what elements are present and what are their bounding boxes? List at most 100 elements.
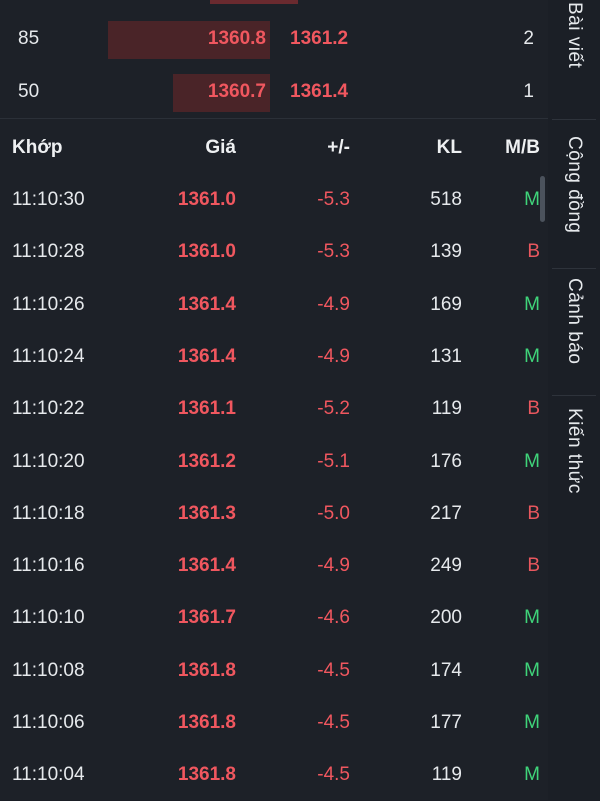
trade-side: M xyxy=(524,659,540,681)
trade-time: 11:10:04 xyxy=(12,764,85,786)
table-row[interactable]: 11:10:04 1361.8 -4.5 119 M xyxy=(0,749,548,801)
table-row[interactable]: 11:10:24 1361.4 -4.9 131 M xyxy=(0,331,548,383)
trade-change: -4.9 xyxy=(317,293,350,315)
trade-change: -4.6 xyxy=(317,607,350,629)
trade-volume: 131 xyxy=(430,345,462,367)
order-depth: 85 1360.8 1361.2 2 50 1360.7 1361.4 1 xyxy=(0,0,548,120)
order-panel: 85 1360.8 1361.2 2 50 1360.7 1361.4 1 Kh… xyxy=(0,0,548,800)
depth-bid-price: 1360.8 xyxy=(207,28,266,49)
trade-side: M xyxy=(524,450,540,472)
depth-row[interactable]: 50 1360.7 1361.4 1 xyxy=(0,66,548,118)
tab-label: Cộng đồng xyxy=(564,136,585,234)
trade-time: 11:10:20 xyxy=(12,450,85,472)
trade-time: 11:10:24 xyxy=(12,345,85,367)
depth-order-count: 2 xyxy=(523,28,534,49)
trade-change: -4.9 xyxy=(317,345,350,367)
section-divider xyxy=(0,118,548,119)
tab-cong-dong[interactable]: Cộng đồng xyxy=(548,136,600,264)
trade-volume: 174 xyxy=(430,659,462,681)
header-side[interactable]: M/B xyxy=(505,122,540,174)
trade-volume: 177 xyxy=(430,712,462,733)
header-change[interactable]: +/- xyxy=(327,122,350,174)
tab-label: Bài viết xyxy=(564,2,585,69)
right-sidebar: Bài viết Cộng đồng Cảnh báo Kiến thức xyxy=(548,0,600,800)
trade-side: M xyxy=(524,607,540,629)
trade-side: M xyxy=(524,712,540,733)
trade-volume: 119 xyxy=(431,398,462,420)
trade-volume: 518 xyxy=(430,189,462,210)
trade-volume: 249 xyxy=(430,555,462,577)
header-time[interactable]: Khớp xyxy=(12,122,62,174)
depth-ask-price: 1361.2 xyxy=(290,28,349,49)
trade-change: -4.9 xyxy=(317,555,350,577)
trade-side: B xyxy=(527,398,540,420)
trade-volume: 200 xyxy=(430,607,462,629)
trade-time: 11:10:10 xyxy=(12,607,85,629)
trade-side: M xyxy=(524,293,540,315)
depth-order-count: 1 xyxy=(523,81,534,102)
table-row[interactable]: 11:10:28 1361.0 -5.3 139 B xyxy=(0,226,548,278)
table-row[interactable]: 11:10:26 1361.4 -4.9 169 M xyxy=(0,279,548,331)
trade-side: M xyxy=(524,764,540,786)
trade-change: -5.2 xyxy=(317,398,350,420)
trade-change: -5.3 xyxy=(317,189,350,210)
trade-price: 1361.8 xyxy=(177,659,236,681)
table-row[interactable]: 11:10:18 1361.3 -5.0 217 B xyxy=(0,488,548,540)
trade-side: B xyxy=(527,555,540,577)
trade-price: 1361.1 xyxy=(177,398,236,420)
trade-change: -5.0 xyxy=(317,502,350,524)
trade-time: 11:10:08 xyxy=(12,659,85,681)
trade-volume: 139 xyxy=(430,241,462,263)
trade-change: -5.1 xyxy=(317,450,350,472)
table-row[interactable]: 11:10:16 1361.4 -4.9 249 B xyxy=(0,540,548,592)
trade-change: -4.5 xyxy=(317,764,350,786)
trade-side: B xyxy=(527,502,540,524)
trade-price: 1361.4 xyxy=(177,293,236,315)
table-row[interactable]: 11:10:20 1361.2 -5.1 176 M xyxy=(0,436,548,488)
table-row[interactable]: 11:10:08 1361.8 -4.5 174 M xyxy=(0,645,548,697)
depth-ask-price: 1361.4 xyxy=(290,81,349,102)
tab-divider xyxy=(552,119,596,120)
trade-price: 1361.3 xyxy=(177,502,236,524)
tab-divider xyxy=(552,268,596,269)
tab-kien-thuc[interactable]: Kiến thức xyxy=(548,408,600,526)
tab-canh-bao[interactable]: Cảnh báo xyxy=(548,278,600,388)
table-row[interactable]: 11:10:22 1361.1 -5.2 119 B xyxy=(0,383,548,435)
trade-price: 1361.0 xyxy=(177,241,236,263)
table-row[interactable]: 11:10:10 1361.7 -4.6 200 M xyxy=(0,592,548,644)
table-row[interactable]: 11:10:06 1361.8 -4.5 177 M xyxy=(0,697,548,749)
depth-volume: 85 xyxy=(18,28,40,49)
trade-time: 11:10:22 xyxy=(12,398,85,420)
header-volume[interactable]: KL xyxy=(437,122,462,174)
trade-volume: 176 xyxy=(430,450,462,472)
trade-price: 1361.4 xyxy=(177,345,236,367)
trade-time: 11:10:26 xyxy=(12,293,85,315)
trade-price: 1361.8 xyxy=(177,712,236,733)
trade-price: 1361.8 xyxy=(177,764,236,786)
table-header: Khớp Giá +/- KL M/B xyxy=(0,122,548,174)
tab-bai-viet[interactable]: Bài viết xyxy=(548,2,600,112)
trade-time: 11:10:30 xyxy=(12,189,85,210)
trade-price: 1361.2 xyxy=(177,450,236,472)
tab-divider xyxy=(552,395,596,396)
trade-time: 11:10:06 xyxy=(12,712,85,733)
depth-volume: 50 xyxy=(18,81,40,102)
trade-price: 1361.7 xyxy=(177,607,236,629)
depth-row[interactable]: 85 1360.8 1361.2 2 xyxy=(0,13,548,65)
table-row[interactable]: 11:10:30 1361.0 -5.3 518 M xyxy=(0,174,548,226)
depth-bid-price: 1360.7 xyxy=(207,81,266,102)
trade-volume: 217 xyxy=(430,502,462,524)
trade-time: 11:10:16 xyxy=(12,555,85,577)
trade-price: 1361.4 xyxy=(177,555,236,577)
trade-side: M xyxy=(524,189,540,210)
trade-change: -5.3 xyxy=(317,241,350,263)
header-price[interactable]: Giá xyxy=(205,122,236,174)
trade-volume: 119 xyxy=(431,764,462,786)
scrollbar-thumb[interactable] xyxy=(540,176,545,222)
trade-time: 11:10:18 xyxy=(12,502,85,524)
trade-volume: 169 xyxy=(430,293,462,315)
tab-label: Kiến thức xyxy=(564,408,585,494)
trade-change: -4.5 xyxy=(317,712,350,733)
trade-side: M xyxy=(524,345,540,367)
trade-price: 1361.0 xyxy=(177,189,236,210)
